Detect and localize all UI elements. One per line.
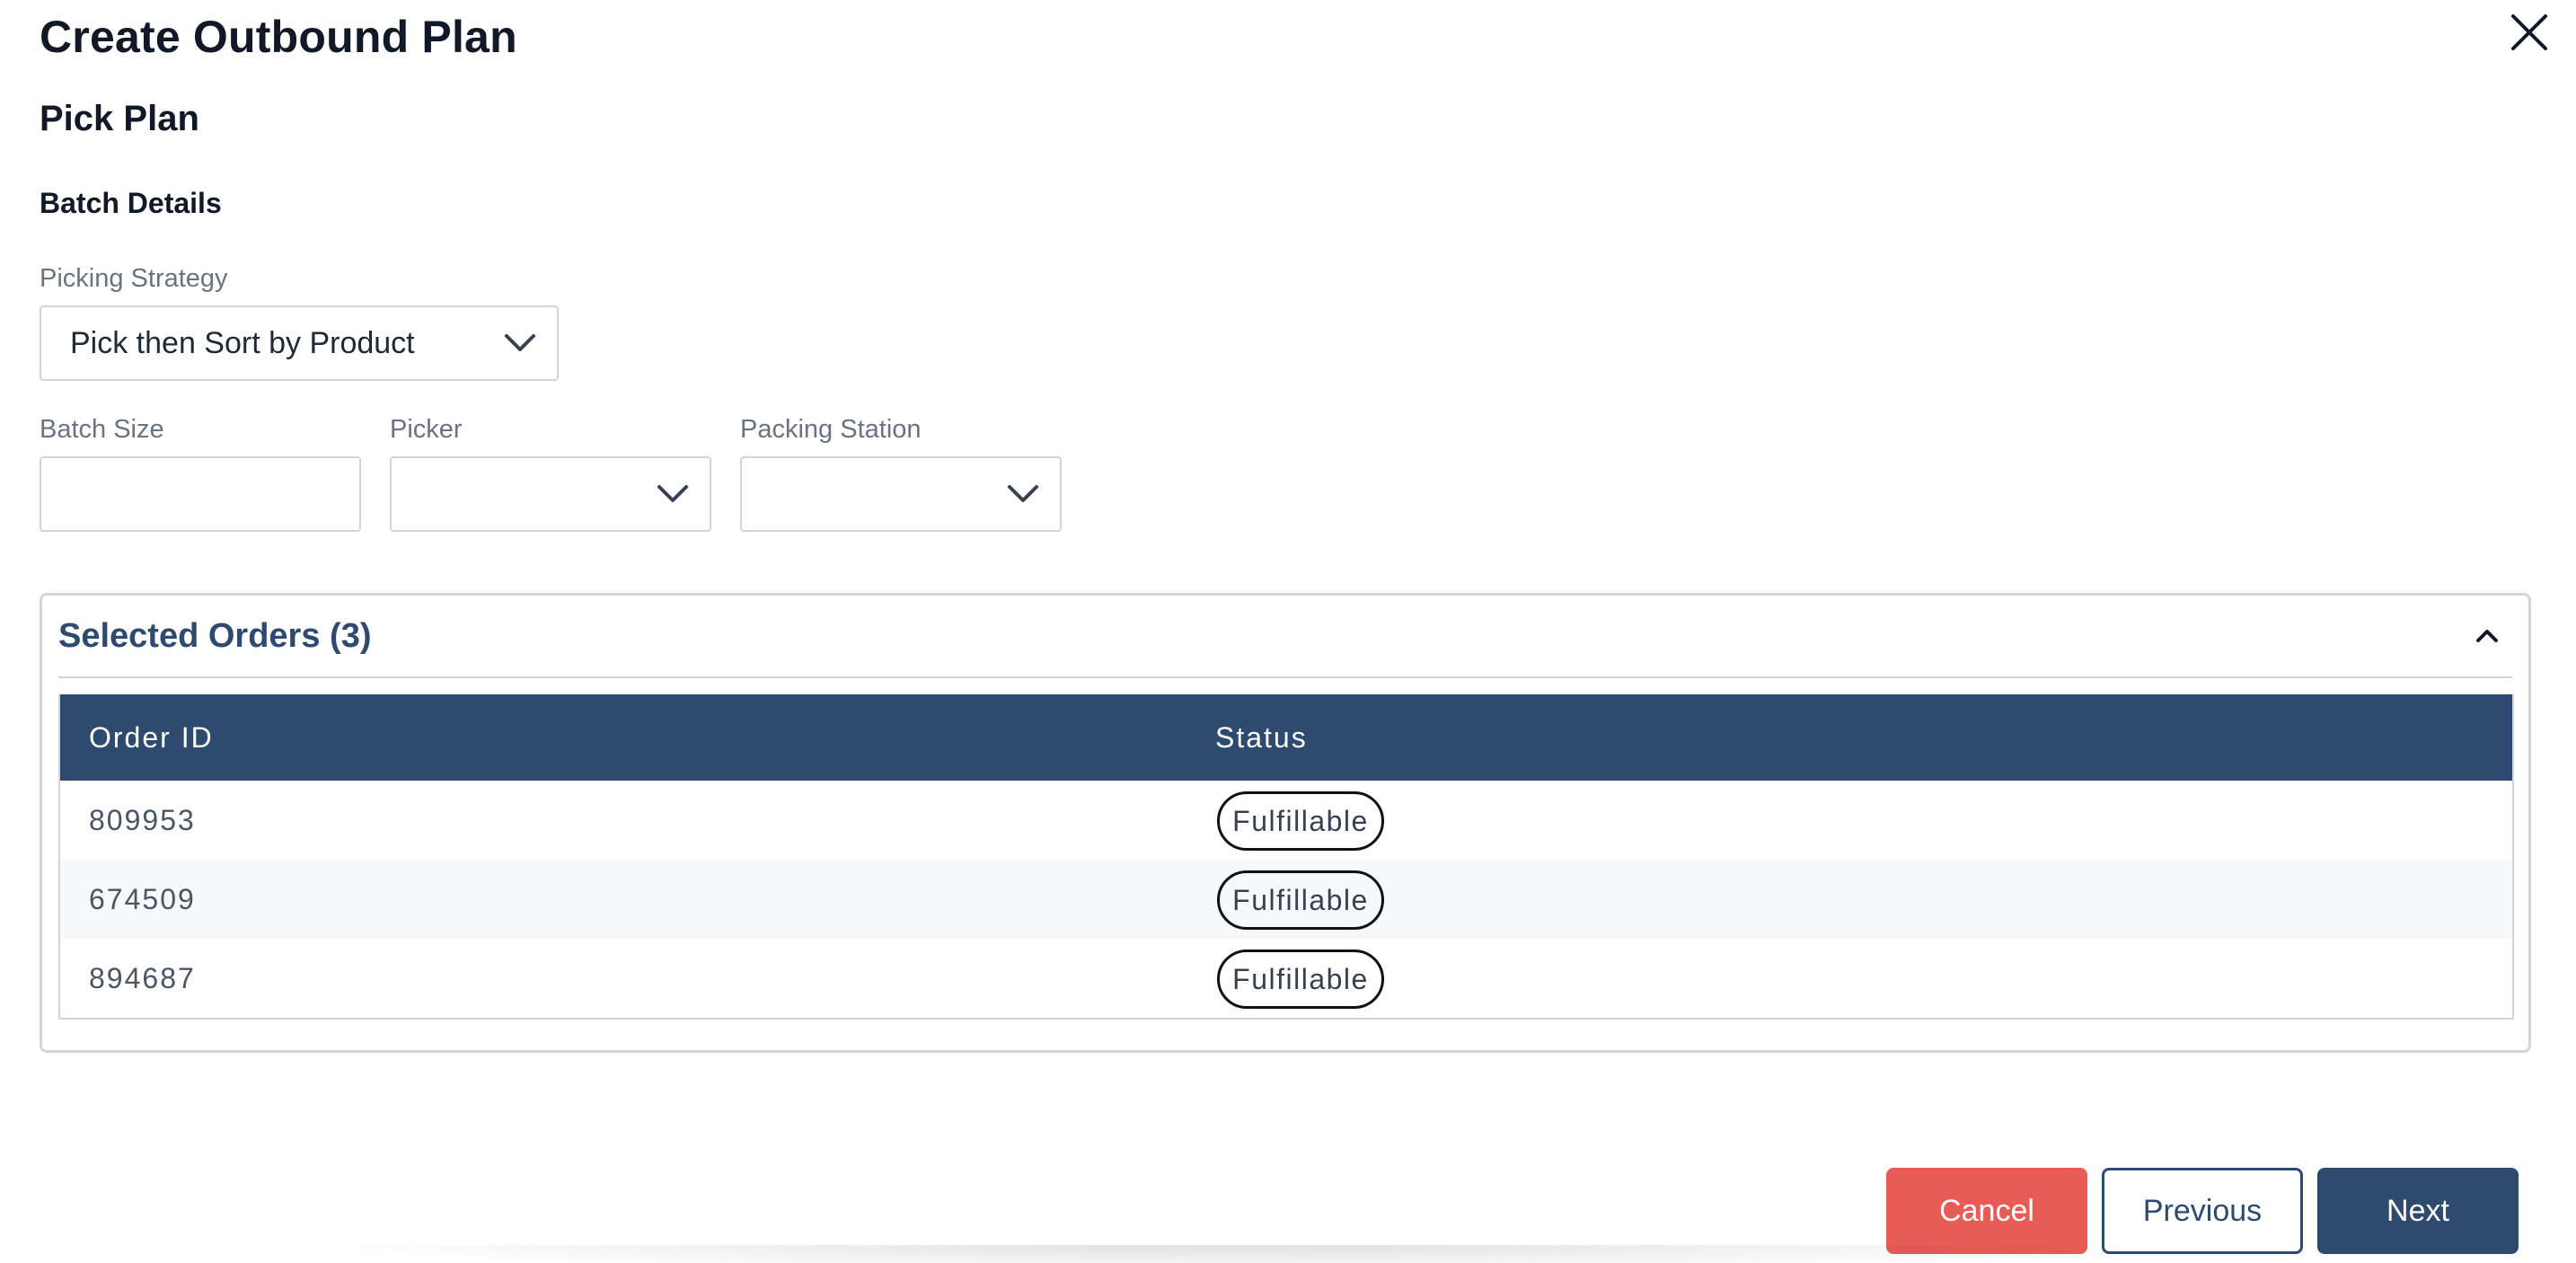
picking-strategy-label: Picking Strategy	[40, 264, 228, 293]
chevron-down-icon	[505, 334, 535, 351]
table-row[interactable]: 809953 Fulfillable	[60, 781, 2512, 860]
chevron-down-icon	[1008, 485, 1038, 502]
order-id-cell: 894687	[89, 961, 196, 994]
orders-table: Order ID Status 809953 Fulfillable 67450…	[58, 694, 2514, 1020]
chevron-up-icon[interactable]	[2471, 623, 2503, 649]
picking-strategy-select[interactable]: Pick then Sort by Product	[40, 305, 559, 381]
create-outbound-plan-dialog: Create Outbound Plan Pick Plan Batch Det…	[0, 0, 2576, 1263]
column-header-order-id: Order ID	[89, 720, 214, 754]
table-row[interactable]: 894687 Fulfillable	[60, 939, 2512, 1018]
batch-size-label: Batch Size	[40, 415, 164, 444]
column-header-status: Status	[1215, 720, 1308, 754]
step-title: Pick Plan	[40, 99, 199, 138]
picking-strategy-value: Pick then Sort by Product	[70, 325, 415, 360]
batch-size-input[interactable]	[40, 456, 361, 532]
table-row[interactable]: 674509 Fulfillable	[60, 860, 2512, 939]
close-icon[interactable]	[2506, 9, 2553, 56]
bottom-shadow	[296, 1245, 2183, 1263]
batch-details-heading: Batch Details	[40, 187, 222, 219]
selected-orders-header[interactable]: Selected Orders (3)	[58, 596, 2512, 678]
order-id-cell: 674509	[89, 882, 196, 915]
status-badge: Fulfillable	[1217, 949, 1384, 1009]
status-badge: Fulfillable	[1217, 870, 1384, 930]
status-badge: Fulfillable	[1217, 791, 1384, 851]
packing-station-label: Packing Station	[740, 415, 922, 444]
selected-orders-title: Selected Orders (3)	[58, 617, 372, 655]
picker-select[interactable]	[390, 456, 711, 532]
selected-orders-panel: Selected Orders (3) Order ID Status 8099…	[40, 593, 2531, 1053]
chevron-down-icon	[657, 485, 688, 502]
order-id-cell: 809953	[89, 803, 196, 836]
picker-label: Picker	[390, 415, 463, 444]
next-button[interactable]: Next	[2317, 1168, 2519, 1254]
previous-button[interactable]: Previous	[2102, 1168, 2303, 1254]
packing-station-select[interactable]	[740, 456, 1062, 532]
dialog-title: Create Outbound Plan	[40, 12, 517, 62]
table-header: Order ID Status	[60, 694, 2512, 781]
cancel-button[interactable]: Cancel	[1886, 1168, 2087, 1254]
